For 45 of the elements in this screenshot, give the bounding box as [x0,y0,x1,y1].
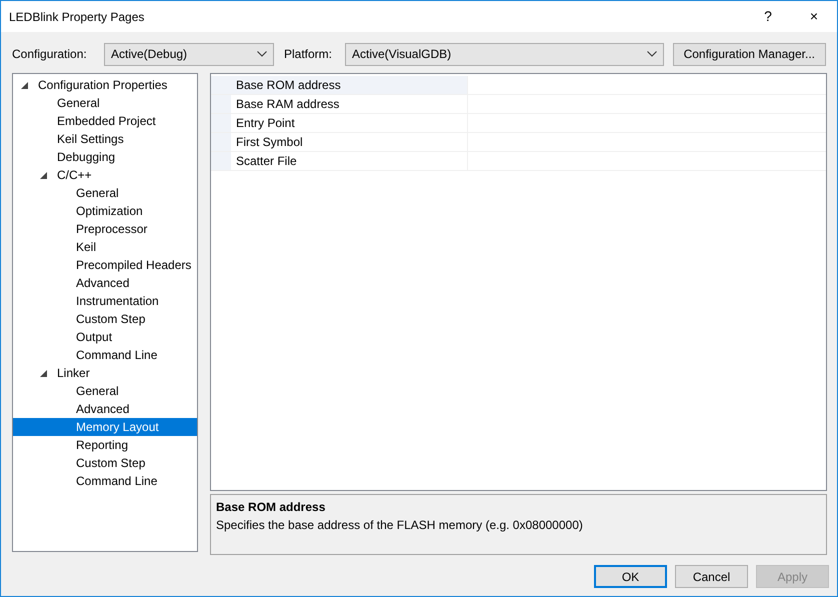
description-text: Specifies the base address of the FLASH memory (e.g. 0x08000000) [216,517,584,534]
tree-item[interactable]: Instrumentation [13,292,197,310]
tree-item[interactable]: Configuration Properties [13,76,197,94]
tree-item[interactable]: Optimization [13,202,197,220]
tree-item[interactable]: General [13,382,197,400]
tree-item[interactable]: Reporting [13,436,197,454]
expanded-icon[interactable] [21,82,28,88]
tree-item[interactable]: Advanced [13,274,197,292]
expanded-icon[interactable] [40,172,47,178]
chevron-down-icon [257,51,267,57]
tree-item[interactable]: Custom Step [13,454,197,472]
platform-dropdown[interactable]: Active(VisualGDB) [345,42,664,66]
ok-button[interactable]: OK [594,565,667,588]
property-name[interactable]: Scatter File [231,152,468,170]
window-title: LEDBlink Property Pages [9,8,144,26]
configuration-label: Configuration: [12,46,88,63]
close-button[interactable]: × [791,1,837,32]
tree-item[interactable]: Custom Step [13,310,197,328]
tree-item[interactable]: Command Line [13,472,197,490]
tree-item[interactable]: Preprocessor [13,220,197,238]
tree-item[interactable]: Keil [13,238,197,256]
expanded-icon[interactable] [40,370,47,376]
chevron-down-icon [647,51,657,57]
help-button[interactable]: ? [745,1,791,32]
tree-item[interactable]: Command Line [13,346,197,364]
tree-item[interactable]: Precompiled Headers [13,256,197,274]
tree-item[interactable]: Memory Layout [13,418,197,436]
tree-item[interactable]: General [13,184,197,202]
platform-label: Platform: [284,46,334,63]
description-title: Base ROM address [216,499,326,516]
property-name[interactable]: Entry Point [231,114,468,132]
tree-item[interactable]: C/C++ [13,166,197,184]
tree-item[interactable]: Keil Settings [13,130,197,148]
configuration-manager-button[interactable]: Configuration Manager... [672,42,826,66]
property-name[interactable]: First Symbol [231,133,468,151]
property-name[interactable]: Base RAM address [231,95,468,113]
cancel-button[interactable]: Cancel [675,565,748,588]
tree-item[interactable]: Advanced [13,400,197,418]
tree-item[interactable]: Debugging [13,148,197,166]
configuration-dropdown[interactable]: Active(Debug) [104,42,274,66]
tree-item[interactable]: General [13,94,197,112]
tree-item[interactable]: Output [13,328,197,346]
tree-item[interactable]: Embedded Project [13,112,197,130]
property-name[interactable]: Base ROM address [231,76,468,94]
tree-item[interactable]: Linker [13,364,197,382]
